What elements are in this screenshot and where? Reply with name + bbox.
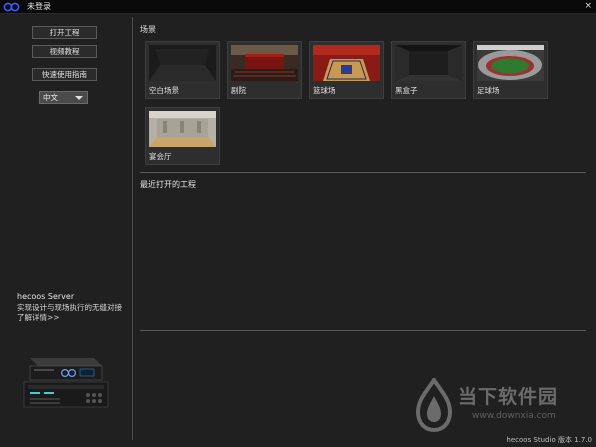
scene-label: 空白场景 [149,86,179,95]
app-logo-icon [3,2,21,12]
version-label: hecoos Studio 版本 1.7.0 [506,436,592,444]
section-divider [140,330,586,331]
scene-card-basketball[interactable]: 篮球场 [309,41,384,99]
stadium-thumbnail [477,45,544,81]
scene-card-black-box[interactable]: 黑盒子 [391,41,466,99]
scene-card-blank[interactable]: 空白场景 [145,41,220,99]
close-button[interactable]: × [584,0,592,13]
section-divider [140,172,586,173]
server-description: 实现设计与现场执行的无缝对接 了解详情>> [17,303,127,323]
scene-card-banquet[interactable]: 宴会厅 [145,107,220,165]
scene-label: 黑盒子 [395,86,418,95]
theater-thumbnail [231,45,298,81]
banquet-hall-thumbnail [149,111,216,147]
black-box-thumbnail [395,45,462,81]
scene-label: 宴会厅 [149,152,172,161]
scene-label: 剧院 [231,86,246,95]
server-hardware-image[interactable] [22,354,110,409]
video-tutorial-button[interactable]: 视频教程 [32,45,97,58]
language-select[interactable]: 中文 [39,91,88,104]
scene-label: 足球场 [477,86,500,95]
chevron-down-icon [75,96,83,100]
watermark: 当下软件园 www.downxia.com [412,376,588,433]
sidebar-divider [132,17,133,440]
language-value: 中文 [43,93,58,102]
window-title: 未登录 [27,2,51,11]
sidebar: 打开工程 视频教程 快速使用指南 中文 hecoos Server 实现设计与现… [0,14,134,447]
scene-label: 篮球场 [313,86,336,95]
server-desc-text: 实现设计与现场执行的无缝对接 [17,303,122,312]
scene-card-stadium[interactable]: 足球场 [473,41,548,99]
watermark-url: www.downxia.com [472,411,556,421]
server-title: hecoos Server [17,292,75,301]
quick-guide-button[interactable]: 快速使用指南 [32,68,97,81]
recent-projects-heading: 最近打开的工程 [140,180,196,189]
scene-card-theater[interactable]: 剧院 [227,41,302,99]
watermark-logo-icon [415,376,453,433]
open-project-button[interactable]: 打开工程 [32,26,97,39]
scenes-heading: 场景 [140,25,156,34]
basketball-court-thumbnail [313,45,380,81]
title-bar: 未登录 × [0,0,596,14]
blank-scene-thumbnail [149,45,216,81]
learn-more-link[interactable]: 了解详情>> [17,313,60,322]
watermark-text: 当下软件园 [458,386,559,408]
